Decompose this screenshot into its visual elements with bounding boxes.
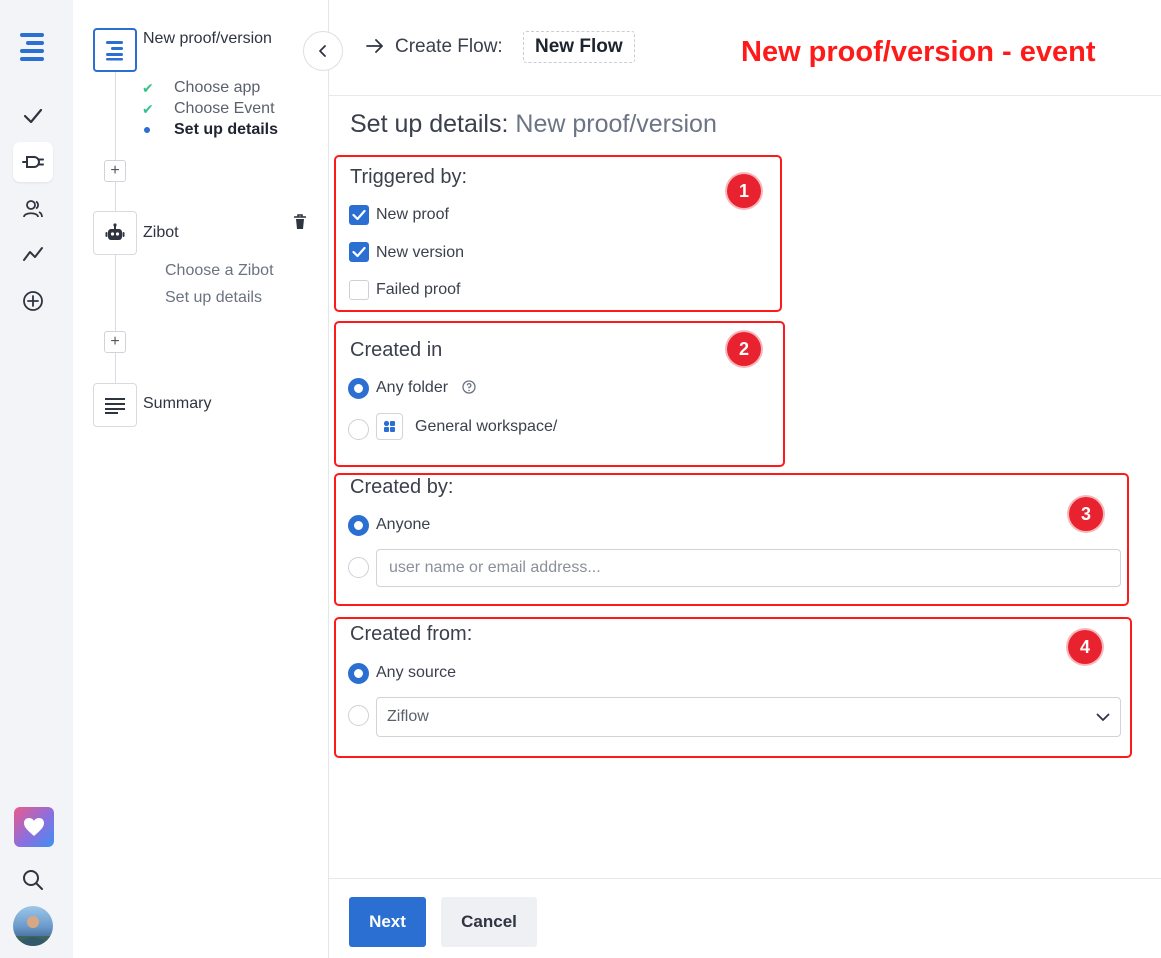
created-from-label: Created from: (350, 623, 473, 645)
logo-icon[interactable] (16, 30, 50, 64)
summary-icon[interactable] (93, 383, 137, 427)
cancel-button[interactable]: Cancel (441, 897, 537, 947)
any-folder-label[interactable]: Any folder (376, 379, 448, 397)
trigger-step-icon[interactable] (93, 28, 137, 72)
new-version-label[interactable]: New version (376, 244, 464, 262)
any-source-label[interactable]: Any source (376, 664, 456, 682)
robot-icon[interactable] (93, 211, 137, 255)
annotation-badge-2: 2 (727, 332, 761, 366)
search-icon[interactable] (13, 860, 53, 900)
done-check-icon: ✔ (142, 101, 154, 117)
step-choose-zibot[interactable]: Choose a Zibot (165, 261, 274, 281)
step-set-up-details[interactable]: Set up details (174, 120, 278, 140)
header: Create Flow: New Flow New proof/version … (329, 0, 1161, 96)
workspace-radio[interactable] (348, 419, 369, 440)
any-folder-radio[interactable] (348, 378, 369, 399)
analytics-icon[interactable] (13, 234, 53, 274)
next-button[interactable]: Next (349, 897, 426, 947)
step-choose-event[interactable]: Choose Event (174, 99, 275, 119)
specific-user-radio[interactable] (348, 557, 369, 578)
annotation-badge-3: 3 (1069, 497, 1103, 531)
add-step-button[interactable]: + (104, 331, 126, 353)
summary-step-title[interactable]: Summary (143, 393, 211, 415)
heart-icon[interactable] (14, 807, 54, 847)
footer: Next Cancel (329, 878, 1161, 958)
any-source-radio[interactable] (348, 663, 369, 684)
check-icon[interactable] (13, 96, 53, 136)
avatar[interactable] (13, 906, 53, 946)
annotation-title: New proof/version - event (741, 36, 1096, 68)
checkmark-icon (352, 246, 366, 258)
chevron-down-icon (1096, 713, 1110, 721)
help-icon[interactable] (462, 380, 476, 394)
arrow-right-icon (366, 39, 383, 53)
workspace-icon (376, 413, 403, 440)
left-rail (0, 0, 73, 958)
page-title: Set up details: New proof/version (350, 110, 717, 139)
flow-name-field[interactable]: New Flow (523, 31, 635, 63)
step-choose-app[interactable]: Choose app (174, 78, 260, 98)
annotation-badge-4: 4 (1068, 630, 1102, 664)
page-title-event: New proof/version (515, 110, 717, 138)
add-circle-icon[interactable] (13, 281, 53, 321)
add-step-button[interactable]: + (104, 160, 126, 182)
source-select[interactable]: Ziflow (376, 697, 1121, 737)
triggered-by-label: Triggered by: (350, 166, 468, 188)
page-title-prefix: Set up details: (350, 110, 509, 138)
create-flow-label: Create Flow: (395, 36, 503, 57)
workspace-label[interactable]: General workspace/ (415, 418, 557, 436)
specific-source-radio[interactable] (348, 705, 369, 726)
steps-panel: New proof/version ✔ Choose app ✔ Choose … (73, 0, 329, 958)
checkmark-icon (352, 209, 366, 221)
created-by-label: Created by: (350, 476, 454, 498)
failed-proof-checkbox[interactable] (349, 280, 369, 300)
source-select-value: Ziflow (387, 708, 429, 725)
users-icon[interactable] (13, 189, 53, 229)
anyone-label[interactable]: Anyone (376, 516, 430, 534)
failed-proof-label[interactable]: Failed proof (376, 281, 461, 299)
new-version-checkbox[interactable] (349, 242, 369, 262)
collapse-panel-button[interactable] (303, 31, 343, 71)
new-proof-label[interactable]: New proof (376, 206, 449, 224)
done-check-icon: ✔ (142, 80, 154, 96)
new-proof-checkbox[interactable] (349, 205, 369, 225)
chevron-left-icon (319, 45, 326, 57)
trash-icon[interactable] (293, 214, 307, 235)
anyone-radio[interactable] (348, 515, 369, 536)
annotation-badge-1: 1 (727, 174, 761, 208)
created-in-label: Created in (350, 339, 443, 361)
current-dot-icon (144, 127, 150, 133)
zibot-step-title[interactable]: Zibot (143, 222, 179, 244)
user-search-input[interactable] (376, 549, 1121, 587)
step-zibot-set-up-details[interactable]: Set up details (165, 288, 262, 308)
trigger-step-title[interactable]: New proof/version (143, 28, 273, 50)
plug-icon[interactable] (13, 142, 53, 182)
